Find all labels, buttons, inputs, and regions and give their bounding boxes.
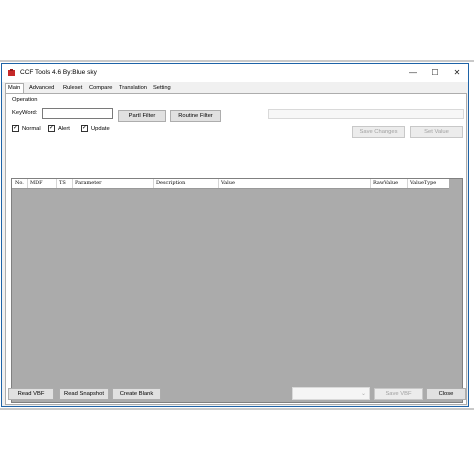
column-header-ts[interactable]: TS: [59, 180, 66, 186]
title-bar: CCF Tools 4.6 By:Blue sky — ☐ ✕: [2, 64, 468, 82]
close-window-button[interactable]: ✕: [446, 66, 468, 80]
set-value-button[interactable]: Set Value: [410, 126, 463, 138]
normal-checkbox[interactable]: ✓: [12, 125, 19, 132]
partial-filter-button[interactable]: PartI Filter: [118, 110, 166, 122]
create-blank-button[interactable]: Create Blank: [112, 388, 161, 400]
tab-translation[interactable]: Translation: [117, 84, 149, 92]
column-header-mdf[interactable]: MDF: [30, 180, 43, 186]
background-band-top: [0, 60, 474, 62]
operation-group-label: Operation: [12, 97, 38, 103]
chevron-down-icon: ⌄: [360, 391, 366, 397]
column-header-value[interactable]: Value: [221, 180, 235, 186]
tab-advanced[interactable]: Advanced: [27, 84, 56, 92]
save-vbf-button[interactable]: Save VBF: [374, 388, 423, 400]
column-header-valuetype[interactable]: ValueType: [410, 180, 436, 186]
normal-checkbox-label: Normal: [22, 126, 41, 132]
read-vbf-button[interactable]: Read VBF: [8, 388, 54, 400]
alert-checkbox[interactable]: ✓: [48, 125, 55, 132]
column-separator: [153, 179, 154, 188]
value-display-field: [268, 109, 464, 119]
vbf-select[interactable]: ⌄: [292, 387, 370, 400]
alert-checkbox-label: Alert: [58, 126, 70, 132]
tab-main[interactable]: Main: [5, 83, 24, 93]
keyword-input[interactable]: [42, 108, 113, 119]
save-changes-button[interactable]: Save Changes: [352, 126, 405, 138]
background-band-bottom: [0, 408, 474, 410]
column-header-rawvalue[interactable]: RawValue: [373, 180, 398, 186]
column-separator: [370, 179, 371, 188]
minimize-button[interactable]: —: [402, 66, 424, 80]
column-separator: [27, 179, 28, 188]
read-snapshot-button[interactable]: Read Snapshot: [59, 388, 109, 400]
keyword-label: KeyWord:: [12, 110, 38, 116]
main-panel: Operation KeyWord: PartI Filter Routine …: [5, 93, 467, 405]
column-separator: [72, 179, 73, 188]
update-checkbox-label: Update: [91, 126, 110, 132]
column-separator: [56, 179, 57, 188]
column-header-description[interactable]: Description: [156, 180, 185, 186]
grid-header: No. MDF TS Parameter Description Value R…: [12, 179, 449, 189]
column-separator: [407, 179, 408, 188]
app-window: CCF Tools 4.6 By:Blue sky — ☐ ✕ Main Adv…: [1, 63, 469, 407]
update-checkbox[interactable]: ✓: [81, 125, 88, 132]
maximize-button[interactable]: ☐: [424, 66, 446, 80]
column-header-parameter[interactable]: Parameter: [75, 180, 102, 186]
close-button[interactable]: Close: [426, 388, 466, 400]
tab-compare[interactable]: Compare: [87, 84, 114, 92]
parameter-grid[interactable]: No. MDF TS Parameter Description Value R…: [11, 178, 463, 403]
window-title: CCF Tools 4.6 By:Blue sky: [20, 69, 97, 76]
toolbox-icon: [8, 69, 15, 76]
column-header-no[interactable]: No.: [15, 180, 24, 186]
column-separator: [218, 179, 219, 188]
routine-filter-button[interactable]: Routine Filter: [170, 110, 221, 122]
tab-setting[interactable]: Setting: [151, 84, 173, 92]
tab-ruleset[interactable]: Ruleset: [61, 84, 84, 92]
tab-strip: Main Advanced Ruleset Compare Translatio…: [5, 83, 465, 93]
